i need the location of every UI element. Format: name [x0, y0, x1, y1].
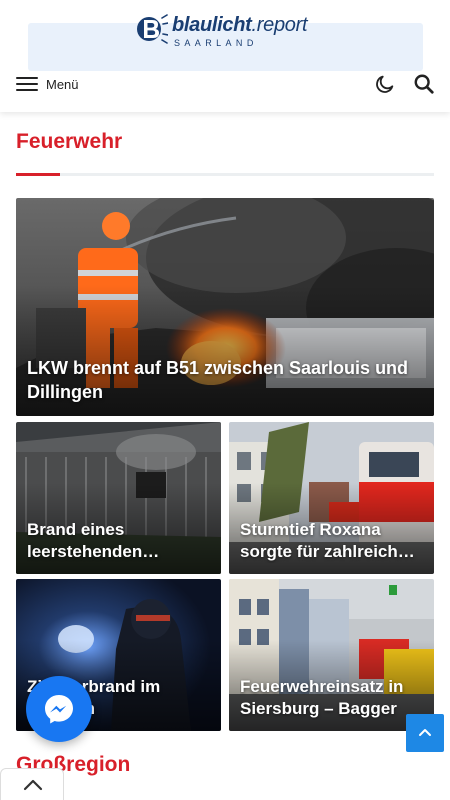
logo-suffix-text: .report	[251, 14, 308, 36]
article-card[interactable]: Brand eines leerstehenden Gebäudes	[16, 422, 221, 574]
article-card-featured[interactable]: LKW brennt auf B51 zwischen Saarlouis un…	[16, 198, 434, 416]
dark-mode-toggle[interactable]	[374, 73, 396, 95]
menu-button[interactable]: Menü	[16, 72, 79, 96]
article-title[interactable]: Feuerwehreinsatz in Siersburg – Bagger	[240, 676, 423, 720]
messenger-icon	[45, 695, 73, 724]
site-header: blaulicht.report SAARLAND Menü	[0, 0, 450, 112]
chevron-up-icon	[23, 779, 43, 791]
article-title[interactable]: LKW brennt auf B51 zwischen Saarlouis un…	[27, 357, 423, 404]
back-to-top-button[interactable]	[406, 714, 444, 752]
bottom-expand-tab[interactable]	[0, 768, 64, 800]
article-card[interactable]: Sturmtief Roxana sorgte für zahlreiche E…	[229, 422, 434, 574]
section-divider	[16, 173, 434, 176]
menu-label: Menü	[46, 76, 79, 92]
moon-icon	[376, 75, 394, 93]
article-title[interactable]: Brand eines leerstehenden Gebäudes	[27, 519, 210, 563]
section-divider-accent	[16, 173, 60, 176]
section-title: Feuerwehr	[16, 130, 123, 153]
site-logo[interactable]: blaulicht.report SAARLAND	[136, 12, 316, 52]
logo-main-text: blaulicht	[172, 14, 252, 36]
logo-text: blaulicht.report	[172, 14, 308, 37]
article-title[interactable]: Sturmtief Roxana sorgte für zahlreiche E…	[240, 519, 423, 563]
search-button[interactable]	[413, 73, 435, 95]
logo-subtitle: SAARLAND	[174, 38, 258, 48]
messenger-chat-button[interactable]	[26, 676, 92, 742]
hamburger-icon	[16, 76, 38, 92]
search-icon	[414, 74, 434, 94]
logo-mark-icon	[137, 14, 168, 44]
article-card[interactable]: Feuerwehreinsatz in Siersburg – Bagger	[229, 579, 434, 731]
chevron-up-icon	[419, 729, 431, 736]
